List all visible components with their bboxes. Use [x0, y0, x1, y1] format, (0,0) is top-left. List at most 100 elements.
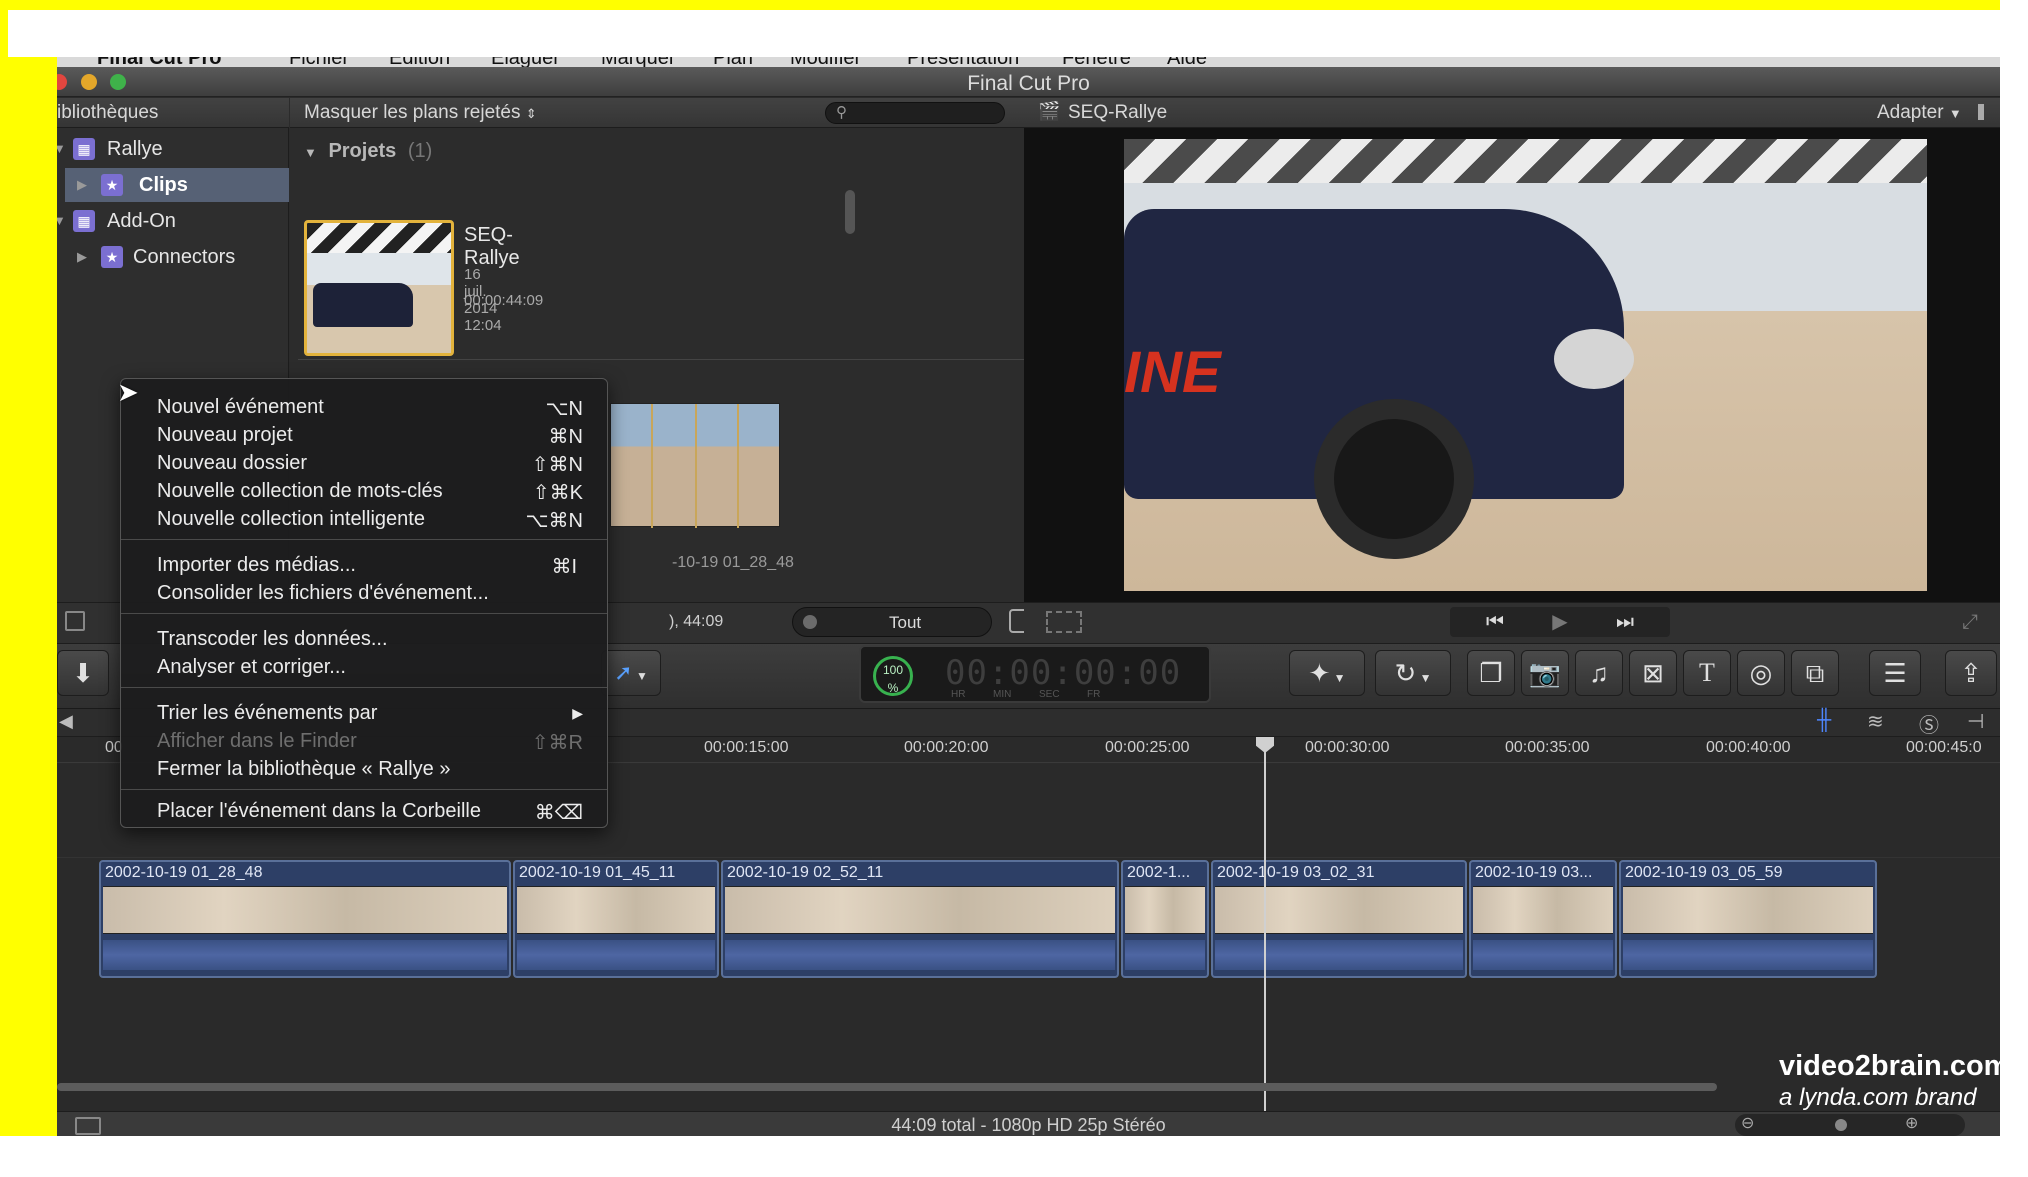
playhead[interactable]: [1264, 739, 1266, 1135]
event-star-icon: ★: [101, 174, 123, 196]
background-tasks-progress[interactable]: 100%: [873, 656, 913, 696]
timeline-clip[interactable]: 2002-10-19 01_28_48: [99, 860, 511, 978]
timeline-scrollbar[interactable]: [57, 1083, 1717, 1091]
clip-filmstrip: [517, 886, 715, 934]
timeline-clip[interactable]: 2002-10-19 01_45_11: [513, 860, 719, 978]
menu-item-new-project[interactable]: Nouveau projet ⌘N: [121, 421, 607, 449]
timeline-clip[interactable]: 2002-10-19 02_52_11: [721, 860, 1119, 978]
previous-edit-button[interactable]: ⏮: [1450, 607, 1540, 637]
titles-browser-button[interactable]: T: [1683, 650, 1731, 696]
menu-item-close-library[interactable]: Fermer la bibliothèque « Rallye »: [121, 755, 607, 783]
disclosure-closed-icon[interactable]: ▶: [77, 177, 87, 193]
menu-item-new-folder[interactable]: Nouveau dossier ⇧⌘N: [121, 449, 607, 477]
clip-waveform: [103, 940, 507, 970]
timecode-unit-sec: SEC: [1039, 689, 1060, 700]
menu-item-label: Transcoder les données...: [157, 628, 388, 650]
video-frame[interactable]: INE: [1124, 139, 1927, 591]
context-menu: Nouvel événement ⌥N Nouveau projet ⌘N Nouv…: [120, 378, 608, 828]
zoom-in-icon[interactable]: ⊕: [1905, 1113, 1918, 1133]
library-header-label: ibliothèques: [57, 102, 159, 123]
projects-section-header[interactable]: ▼ Projets (1): [304, 140, 432, 163]
share-button[interactable]: ⇪: [1945, 650, 1997, 696]
clip-size-slider[interactable]: Tout: [792, 607, 992, 637]
timeline-clip[interactable]: 2002-10-19 03_05_59: [1619, 860, 1877, 978]
music-note-icon: ♫: [1589, 658, 1609, 688]
window-title: Final Cut Pro: [967, 72, 1090, 95]
menu-fichier[interactable]: Fichier: [289, 57, 349, 67]
chevron-down-icon: ▼: [632, 669, 648, 683]
zoom-slider[interactable]: ⊖ ⊕: [1735, 1114, 1965, 1136]
disclosure-open-icon[interactable]: ▼: [57, 141, 66, 156]
library-item-rallye[interactable]: ▼ ▦ Rallye: [57, 132, 289, 166]
menu-item-analyze-and-fix[interactable]: Analyser et corriger...: [121, 653, 607, 681]
disclosure-closed-icon[interactable]: ▶: [77, 249, 87, 265]
ruler-label: 00:00:15:00: [704, 739, 789, 756]
menu-item-label: Afficher dans le Finder: [157, 730, 357, 752]
menu-modifier[interactable]: Modifier: [790, 57, 861, 67]
fit-popup[interactable]: Adapter ▼: [1877, 102, 1962, 124]
dashboard-timecode[interactable]: 100% 00:00:00:00 HR MIN SEC FR: [859, 645, 1211, 703]
menu-item-move-event-to-trash[interactable]: Placer l'événement dans la Corbeille ⌘⌫: [121, 797, 607, 825]
disclosure-open-icon[interactable]: ▼: [57, 213, 66, 228]
viewer-options-icon[interactable]: [1978, 104, 1984, 120]
effects-browser-button[interactable]: ❐: [1467, 650, 1515, 696]
progress-unit: %: [887, 681, 899, 695]
timeline-clip[interactable]: 2002-10-19 03_02_31: [1211, 860, 1467, 978]
chevron-down-icon: ▼: [1416, 671, 1432, 685]
event-item-label: Connectors: [133, 246, 236, 268]
play-button[interactable]: ▶: [1540, 607, 1580, 637]
fullscreen-icon[interactable]: ⤢: [1962, 611, 1978, 634]
menu-item-new-keyword-collection[interactable]: Nouvelle collection de mots-clés ⇧⌘K: [121, 477, 607, 505]
clip-thumbnail[interactable]: [610, 403, 780, 528]
search-input[interactable]: ⚲: [825, 102, 1005, 124]
menu-item-label: Trier les événements par: [157, 702, 378, 724]
timeline-clip[interactable]: 2002-1...: [1121, 860, 1209, 978]
clip-waveform: [1125, 940, 1205, 970]
browser-scrollbar[interactable]: [845, 190, 855, 234]
menu-item-label: Consolider les fichiers d'événement...: [157, 582, 489, 604]
sidebar-toggle-icon[interactable]: [65, 611, 85, 631]
import-button[interactable]: ⬇: [57, 650, 109, 696]
zoom-out-icon[interactable]: ⊖: [1741, 1113, 1754, 1133]
next-edit-button[interactable]: ⏭: [1580, 607, 1670, 637]
transform-icon[interactable]: [1046, 611, 1082, 633]
menu-item-import-media[interactable]: Importer des médias... ⌘I: [121, 551, 607, 579]
filter-popup[interactable]: Masquer les plans rejetés ⇕: [304, 102, 537, 124]
select-tool-button[interactable]: ➚ ▼: [601, 650, 661, 696]
snapping-icon[interactable]: ⊣: [1967, 709, 1984, 734]
generators-browser-button[interactable]: ◎: [1737, 650, 1785, 696]
enhancements-button[interactable]: ✦ ▼: [1289, 650, 1365, 696]
audio-skimming-icon[interactable]: ≋: [1867, 709, 1884, 734]
menu-marquer[interactable]: Marquer: [601, 57, 675, 67]
library-item-add-on[interactable]: ▼ ▦ Add-On: [57, 204, 289, 238]
menu-item-consolidate-event-files[interactable]: Consolider les fichiers d'événement...: [121, 579, 607, 607]
inspector-button[interactable]: ☰: [1869, 650, 1921, 696]
menu-separator: [121, 789, 607, 790]
timeline-clip[interactable]: 2002-10-19 03...: [1469, 860, 1617, 978]
music-browser-button[interactable]: ♫: [1575, 650, 1623, 696]
event-item-clips[interactable]: ▶ ★ Clips: [65, 168, 289, 202]
menu-final-cut-pro[interactable]: Final Cut Pro: [97, 57, 221, 67]
divider: [298, 359, 1028, 360]
slider-knob[interactable]: [1835, 1119, 1847, 1131]
menu-item-sort-events-by[interactable]: Trier les événements par ▶: [121, 699, 607, 727]
menu-fenetre[interactable]: Fenêtre: [1062, 57, 1131, 67]
retime-button[interactable]: ↻ ▼: [1375, 650, 1451, 696]
menu-item-new-event[interactable]: Nouvel événement ⌥N: [121, 393, 607, 421]
menu-plan[interactable]: Plan: [713, 57, 753, 67]
photos-browser-button[interactable]: 📷: [1521, 650, 1569, 696]
solo-icon[interactable]: Ⓢ: [1919, 709, 1939, 738]
menu-presentation[interactable]: Présentation: [907, 57, 1019, 67]
slider-knob[interactable]: [803, 615, 817, 629]
menu-edition[interactable]: Edition: [389, 57, 450, 67]
transitions-browser-button[interactable]: ⊠: [1629, 650, 1677, 696]
menu-elaguer[interactable]: Elaguer: [491, 57, 560, 67]
menu-item-new-smart-collection[interactable]: Nouvelle collection intelligente ⌥⌘N: [121, 505, 607, 533]
menu-item-transcode-media[interactable]: Transcoder les données...: [121, 625, 607, 653]
skimming-icon[interactable]: ╫: [1817, 709, 1831, 732]
themes-browser-button[interactable]: ⧉: [1791, 650, 1839, 696]
back-arrow-icon[interactable]: ◀: [59, 711, 73, 732]
event-item-connectors[interactable]: ▶ ★ Connectors: [57, 240, 289, 274]
project-thumbnail[interactable]: [304, 220, 454, 356]
menu-aide[interactable]: Aide: [1167, 57, 1207, 67]
